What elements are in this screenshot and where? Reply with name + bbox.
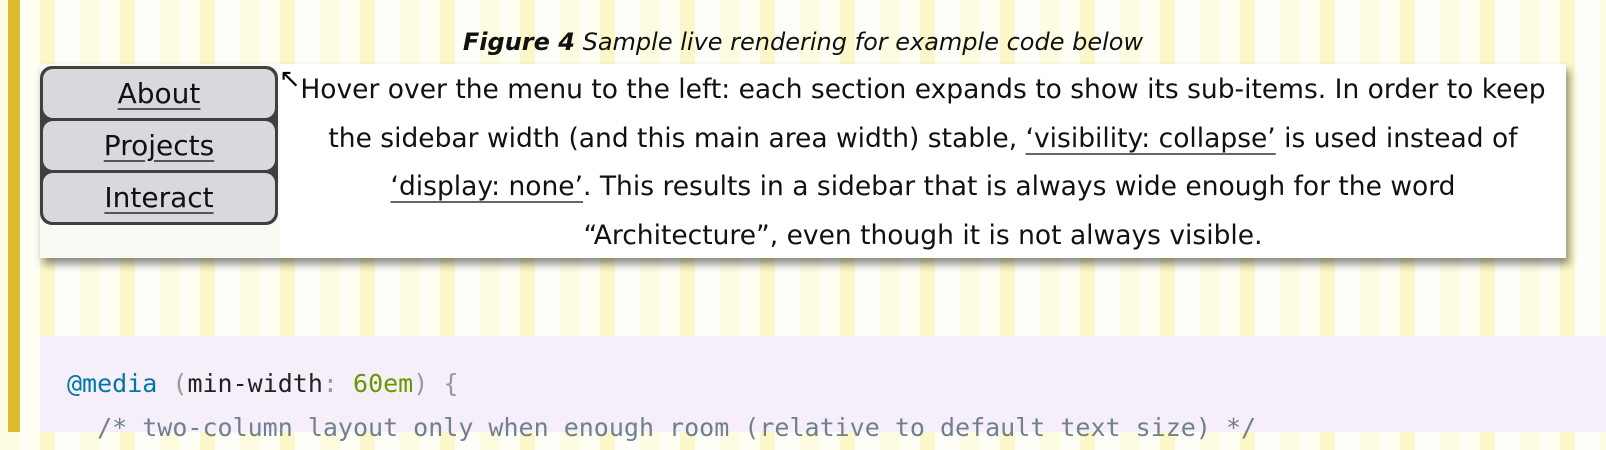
code-punct: { xyxy=(443,369,459,398)
main-text-part: is used instead of xyxy=(1275,122,1518,154)
figure-caption: Figure 4 Sample live rendering for examp… xyxy=(0,28,1606,56)
menu-item-projects[interactable]: Projects xyxy=(43,121,275,170)
menu-item-about[interactable]: About xyxy=(43,69,275,118)
live-rendering-figure: About Projects Interact Hover over the m… xyxy=(40,64,1566,258)
menu-item-interact[interactable]: Interact xyxy=(43,173,275,222)
code-block: @media (min-width: 60em) { /* two-column… xyxy=(40,336,1606,442)
main-text-part: . This results in a sidebar that is alwa… xyxy=(583,171,1456,251)
code-at-rule: @media xyxy=(67,369,158,398)
code-comment: /* two-column layout only when enough ro… xyxy=(67,413,1257,442)
figure-label: Figure 4 xyxy=(462,28,575,56)
code-punct: ) xyxy=(413,369,429,398)
visibility-collapse-link[interactable]: ‘visibility: collapse’ xyxy=(1026,123,1276,154)
main-text: Hover over the menu to the left: each se… xyxy=(280,64,1566,258)
code-punct: : xyxy=(322,369,338,398)
left-accent-bar xyxy=(8,0,20,432)
arrow-cursor-icon: ↖ xyxy=(279,64,301,94)
sidebar: About Projects Interact xyxy=(40,64,280,258)
code-value: 60em xyxy=(353,369,414,398)
sidebar-menu: About Projects Interact xyxy=(40,66,278,225)
code-punct: ( xyxy=(172,369,188,398)
display-none-link[interactable]: ‘display: none’ xyxy=(391,171,583,202)
code-property: min-width xyxy=(187,369,323,398)
figure-caption-text: Sample live rendering for example code b… xyxy=(582,28,1144,56)
